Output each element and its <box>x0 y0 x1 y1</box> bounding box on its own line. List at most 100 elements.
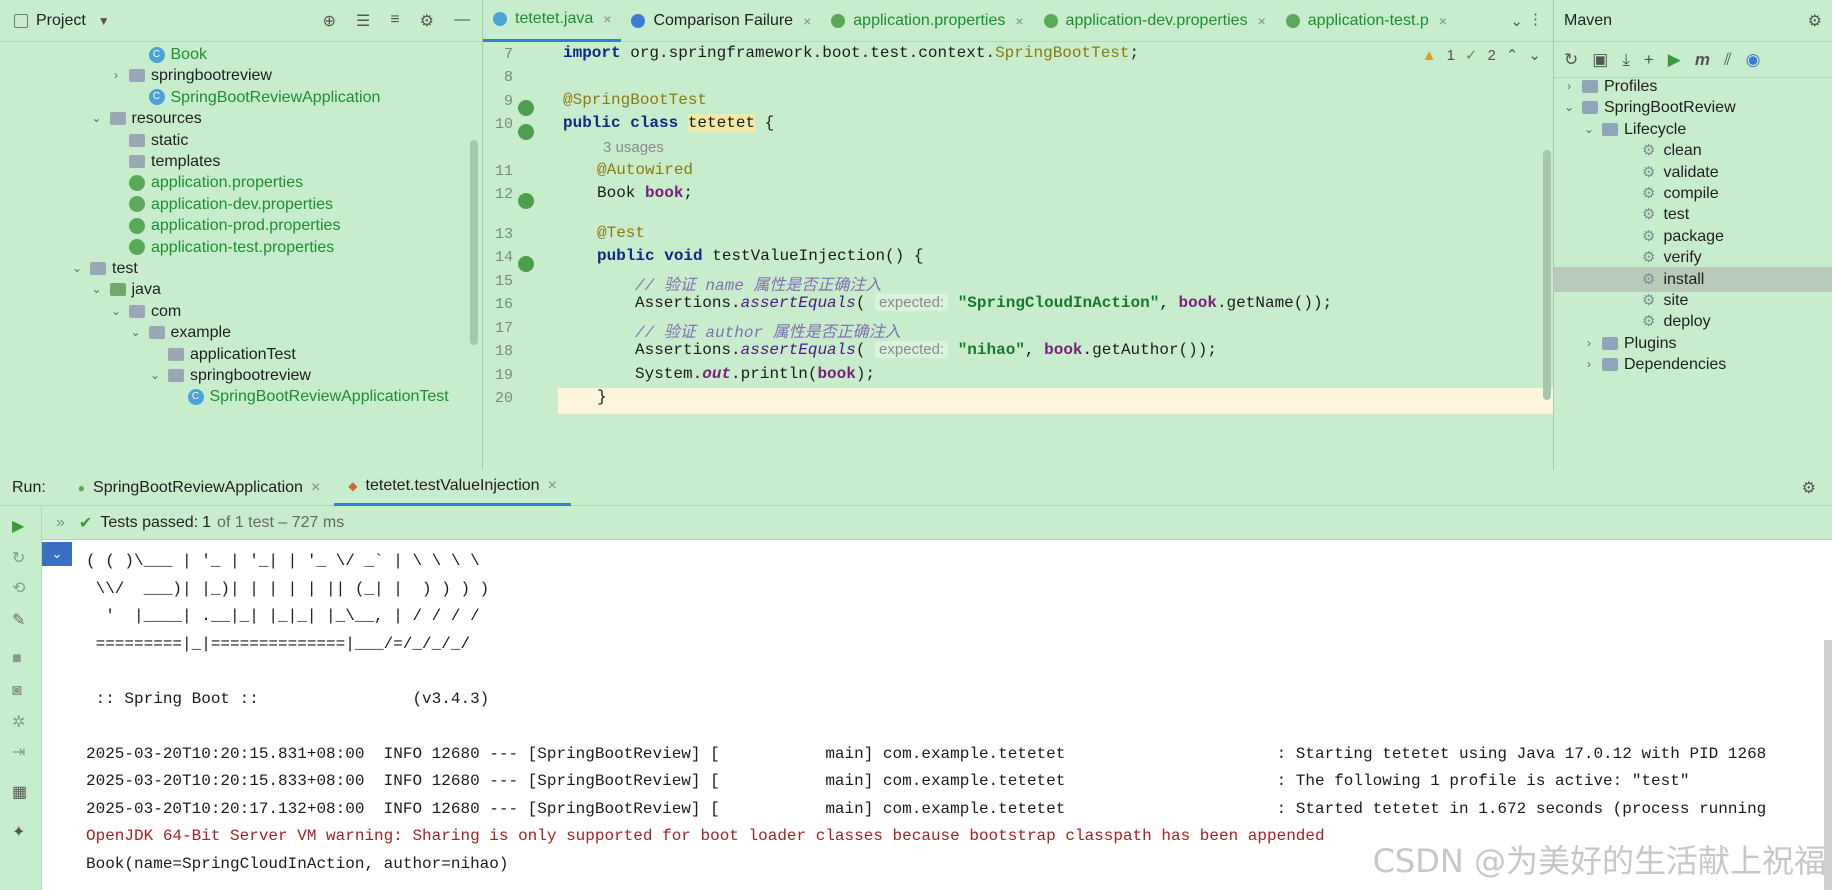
inspection-widget[interactable]: ▲ 1 ✓ 2 ⌃ ⌄ <box>1421 46 1541 65</box>
close-icon[interactable]: × <box>311 479 320 497</box>
skip-tests-icon[interactable]: ◉ <box>1746 50 1761 70</box>
package-icon <box>168 369 184 382</box>
close-icon[interactable]: × <box>603 11 611 27</box>
next-highlight-icon[interactable]: ⌄ <box>1528 46 1541 64</box>
code-line-15[interactable]: // 验证 name 属性是否正确注入 <box>635 271 881 295</box>
code-line-16[interactable]: Assertions.assertEquals( expected: "Spri… <box>635 294 1332 312</box>
autowired-nav-icon[interactable] <box>518 193 534 209</box>
camera-icon[interactable]: ◙ <box>12 682 22 700</box>
code-line-13[interactable]: @Test <box>597 224 645 242</box>
project-header: Project ▼ ⊕ ☰ ≡ ⚙ — <box>0 0 482 42</box>
close-icon[interactable]: × <box>548 477 557 495</box>
run-tab[interactable]: ◆ tetetet.testValueInjection × <box>334 470 571 506</box>
chevron-right-icon[interactable]: › <box>1582 352 1596 377</box>
chevron-right-icon[interactable]: › <box>109 63 123 88</box>
expand-all-icon[interactable]: ☰ <box>356 11 370 31</box>
class-icon: C <box>187 388 204 405</box>
package-icon <box>129 304 145 318</box>
code-line-11[interactable]: @Autowired <box>597 161 693 179</box>
line-number: 18 <box>494 343 513 360</box>
run-test-icon[interactable] <box>518 256 534 272</box>
code-line-9[interactable]: @SpringBootTest <box>563 91 707 109</box>
weak-warning-count: 2 <box>1487 46 1496 64</box>
editor-tab[interactable]: Comparison Failure × <box>621 0 821 42</box>
run-label: Run: <box>12 478 46 496</box>
add-folder-icon[interactable]: ▣ <box>1592 50 1608 70</box>
tree-item-label: SpringBootReviewApplicationTest <box>209 388 449 406</box>
pin-icon[interactable]: ✦ <box>12 822 25 842</box>
wrench-icon[interactable]: ✎ <box>12 610 25 630</box>
maven-item[interactable]: › Dependencies <box>1554 352 1832 377</box>
code-line-20[interactable]: } <box>597 388 607 406</box>
chevron-down-icon[interactable]: ⌄ <box>90 106 104 131</box>
tabs-more-icon[interactable]: ⌄ <box>1510 12 1523 30</box>
close-icon[interactable]: × <box>1015 13 1023 29</box>
line-number: 11 <box>494 163 513 180</box>
code-line-12[interactable]: Book book; <box>597 184 693 202</box>
warning-icon: ▲ <box>1421 46 1437 64</box>
editor-tab-label: tetetet.java <box>515 10 594 27</box>
spring-leaf-icon <box>129 239 145 256</box>
collapse-all-icon[interactable]: ≡ <box>390 11 399 31</box>
console-output[interactable]: ( ( )\___ | '_ | '_| | '_ \/ _` | \ \ \ … <box>86 548 1766 878</box>
code-line-10[interactable]: public class tetetet { <box>563 114 774 132</box>
toggle-offline-icon[interactable]: ⫽ <box>1724 50 1732 70</box>
chevron-down-icon[interactable]: ⌄ <box>90 277 104 302</box>
prev-highlight-icon[interactable]: ⌃ <box>1506 46 1519 64</box>
run-icon[interactable]: ▶ <box>1668 50 1681 70</box>
rerun-icon[interactable]: ▶ <box>12 516 24 536</box>
test-tree-toggle[interactable]: ⌄ <box>42 542 72 566</box>
line-number: 16 <box>494 296 513 313</box>
settings-icon[interactable]: ✲ <box>12 712 25 732</box>
project-scrollbar[interactable] <box>470 140 478 345</box>
layout-icon[interactable]: ▦ <box>12 782 27 802</box>
code-line-17[interactable]: // 验证 author 属性是否正确注入 <box>635 318 901 342</box>
console-scrollbar[interactable] <box>1824 640 1832 890</box>
run-tab[interactable]: ● SpringBootReviewApplication × <box>64 470 335 506</box>
project-title[interactable]: Project <box>36 12 86 30</box>
run-test-icon[interactable] <box>518 124 534 140</box>
folder-icon <box>109 112 126 126</box>
code-line-19[interactable]: System.out.println(book); <box>635 365 875 383</box>
tree-item[interactable]: application-test.properties <box>109 235 334 260</box>
spring-bean-icon[interactable] <box>518 100 534 116</box>
code-line-14[interactable]: public void testValueInjection() { <box>597 247 923 265</box>
exit-icon[interactable]: ⇥ <box>12 742 25 762</box>
close-icon[interactable]: × <box>1439 13 1447 29</box>
chevron-down-icon[interactable]: ▼ <box>98 14 110 28</box>
editor-tab[interactable]: application-test.p × <box>1276 0 1457 42</box>
download-icon[interactable]: ⤓ <box>1622 50 1630 70</box>
reload-icon[interactable]: ↻ <box>1564 50 1578 70</box>
param-hint: expected: <box>875 341 949 358</box>
toggle-auto-test-icon[interactable]: ⟲ <box>12 578 25 598</box>
code-line-7[interactable]: import org.springframework.boot.test.con… <box>563 44 1139 62</box>
minimize-icon[interactable]: — <box>454 11 470 31</box>
usages-hint[interactable]: 3 usages <box>603 139 664 156</box>
tree-item[interactable]: C SpringBootReviewApplicationTest <box>168 384 449 409</box>
chevron-down-icon[interactable]: ⌄ <box>109 299 123 324</box>
chevron-down-icon[interactable]: ⌄ <box>129 320 143 345</box>
maven-node-icon <box>1602 336 1618 350</box>
gear-icon[interactable]: ⚙ <box>1802 478 1816 498</box>
add-icon[interactable]: + <box>1644 50 1654 70</box>
param-hint: expected: <box>875 294 949 311</box>
editor-scrollbar[interactable] <box>1543 150 1551 400</box>
close-icon[interactable]: × <box>803 13 811 29</box>
close-icon[interactable]: × <box>1258 13 1266 29</box>
tabs-menu-icon[interactable]: ⋮ <box>1528 10 1543 28</box>
stop-icon[interactable]: ■ <box>12 650 22 668</box>
maven-goal-icon[interactable]: m <box>1695 50 1710 70</box>
run-tab-label: SpringBootReviewApplication <box>93 478 303 496</box>
chevron-down-icon[interactable]: ⌄ <box>70 256 84 281</box>
expand-icon[interactable]: » <box>56 514 65 532</box>
code-line-18[interactable]: Assertions.assertEquals( expected: "niha… <box>635 341 1217 359</box>
gear-icon[interactable]: ⚙ <box>1808 11 1822 31</box>
editor-tab[interactable]: application-dev.properties × <box>1034 0 1276 42</box>
editor-tab[interactable]: tetetet.java × <box>483 0 622 42</box>
editor-tab-label: application-test.p <box>1307 11 1429 29</box>
chevron-down-icon[interactable]: ⌄ <box>148 363 162 388</box>
editor-tab[interactable]: application.properties × <box>821 0 1033 42</box>
rerun-failed-icon[interactable]: ↻ <box>12 548 25 568</box>
target-icon[interactable]: ⊕ <box>323 11 336 31</box>
gear-icon[interactable]: ⚙ <box>420 11 434 31</box>
